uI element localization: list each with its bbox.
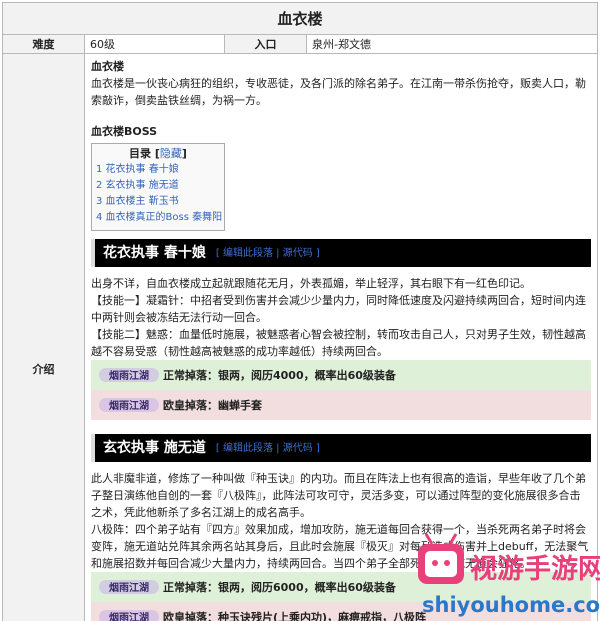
dungeon-infobox: 血衣楼 难度 60级 入口 泉州-郑文德 介绍 血衣楼 血衣楼是一伙丧心病狂的组… [2,2,598,621]
intro-side-label: 介绍 [3,54,85,621]
edit-section-link[interactable]: 编辑此段落 [223,443,273,454]
toc-item[interactable]: 3 血衣楼主 靳玉书 [96,194,220,210]
normal-drop-row: 烟雨江湖 正常掉落：银两，阅历4000，概率出60级装备 [91,360,591,390]
toc-hide-link[interactable]: 隐藏 [160,147,182,160]
source-code-link[interactable]: 源代码 [283,248,313,259]
intro-heading: 血衣楼 [91,60,124,73]
game-logo-icon: 烟雨江湖 [99,606,159,621]
source-code-link[interactable]: 源代码 [283,443,313,454]
toc-title: 目录 [129,147,152,160]
site-watermark: 视游手游网 shiyouhome.com [414,530,600,621]
info-row: 难度 60级 入口 泉州-郑文德 [3,35,597,54]
rare-drop-row: 烟雨江湖 欧皇掉落：幽蝉手套 [91,390,591,420]
edit-section-link[interactable]: 编辑此段落 [223,248,273,259]
logo-text: 烟雨江湖 [109,399,149,412]
toc-header: 目录 [隐藏] [129,147,187,160]
section-paragraph: 出身不详，自血衣楼成立起就跟随花无月，外表孤媚，举止轻浮，其右眼下有一红色印记。 [91,277,531,290]
section-links: [ 编辑此段落 | 源代码 ] [215,442,320,454]
game-logo-icon: 烟雨江湖 [99,394,159,416]
watermark-domain: shiyouhome.com [422,593,600,617]
section-title: 花衣执事 春十娘 [103,244,206,261]
game-logo-icon: 烟雨江湖 [99,364,159,386]
tv-mascot-icon [418,533,464,584]
table-of-contents: 目录 [隐藏] 1 花衣执事 春十娘 2 玄衣执事 施无道 3 血衣楼主 靳玉书… [91,143,225,231]
logo-text: 烟雨江湖 [109,581,149,594]
toc-item[interactable]: 4 血衣楼真正的Boss 秦舞阳 [96,210,222,226]
watermark-brand: 视游手游网 [470,554,600,585]
section-paragraph: 【技能二】魅惑：血量低时施展，被魅惑者心智会被控制，转而攻击自己人，只对男子生效… [91,328,586,358]
page-title: 血衣楼 [3,3,597,35]
entry-value: 泉州-郑文德 [312,38,371,51]
difficulty-value: 60级 [85,35,225,53]
difficulty-label: 难度 [3,35,85,53]
drop-text: 正常掉落：银两，阅历6000，概率出60级装备 [163,580,396,594]
intro-text: 血衣楼是一伙丧心病狂的组织，专收恶徒，及各门派的除名弟子。在江南一带杀伤抢夺，贩… [91,77,586,107]
section-header: 花衣执事 春十娘 [ 编辑此段落 | 源代码 ] [91,239,591,267]
section-header: 玄衣执事 施无道 [ 编辑此段落 | 源代码 ] [91,434,591,462]
section-title: 玄衣执事 施无道 [103,439,206,456]
section-links: [ 编辑此段落 | 源代码 ] [215,247,320,259]
boss-heading: 血衣楼BOSS [91,125,158,138]
drop-text: 欧皇掉落：种玉诀残片(上乘内功)，麻痹戒指，八极阵 [163,610,427,621]
section-paragraph: 此人非魔非道，修炼了一种叫做『种玉诀』的内功。而且在阵法上也有很高的造诣，早些年… [91,472,586,519]
logo-text: 烟雨江湖 [109,611,149,621]
toc-item[interactable]: 1 花衣执事 春十娘 [96,162,220,178]
entry-label: 入口 [225,35,307,53]
logo-text: 烟雨江湖 [109,369,149,382]
drop-text: 正常掉落：银两，阅历4000，概率出60级装备 [163,368,396,382]
game-logo-icon: 烟雨江湖 [99,576,159,598]
drop-text: 欧皇掉落：幽蝉手套 [163,398,262,412]
section-paragraph: 【技能一】凝霜针：中招者受到伤害并会减少少量内力，同时降低速度及闪避持续两回合，… [91,294,586,324]
toc-item[interactable]: 2 玄衣执事 施无道 [96,178,220,194]
